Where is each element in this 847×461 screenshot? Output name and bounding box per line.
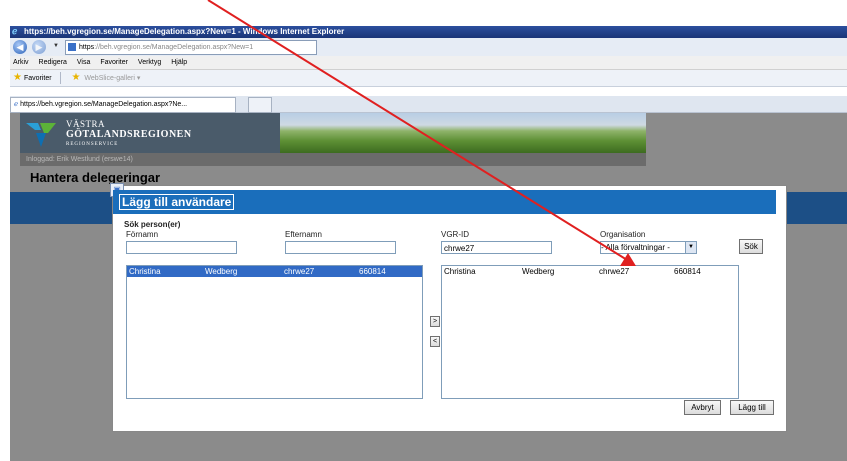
window-title-bar: ℯ https://beh.vgregion.se/ManageDelegatio… <box>10 26 847 38</box>
url-field[interactable]: https://beh.vgregion.se/ManageDelegation… <box>65 40 317 55</box>
forward-button[interactable]: ▶ <box>32 40 46 54</box>
menu-item-arkiv[interactable]: Arkiv <box>13 59 29 66</box>
address-bar: ◀ ▶ ▼ https://beh.vgregion.se/ManageDele… <box>10 38 847 56</box>
move-right-button[interactable]: > <box>430 316 440 327</box>
selected-users-list[interactable]: Christina Wedberg chrwe27 660814 <box>441 265 739 399</box>
organization-logo-text: VÄSTRA GÖTALANDSREGIONEN REGIONSERVICE <box>66 120 192 149</box>
search-heading: Sök person(er) <box>124 220 181 229</box>
result-lastname: Wedberg <box>205 267 238 276</box>
logo-line-3: REGIONSERVICE <box>66 142 119 147</box>
logged-in-text: Inloggad: Erik Westlund (erswe14) <box>26 156 133 163</box>
banner-landscape-image <box>280 113 646 153</box>
url-scheme: https <box>79 44 95 51</box>
selected-number: 660814 <box>674 267 701 276</box>
add-button[interactable]: Lägg till <box>730 400 774 415</box>
logged-in-bar: Inloggad: Erik Westlund (erswe14) <box>20 153 646 166</box>
menu-item-visa[interactable]: Visa <box>77 59 91 66</box>
vgr-logo-icon <box>26 123 56 147</box>
page-icon <box>68 43 76 52</box>
menu-item-verktyg[interactable]: Verktyg <box>138 59 161 66</box>
cancel-button[interactable]: Avbryt <box>684 400 721 415</box>
list-item[interactable]: Christina Wedberg chrwe27 660814 <box>442 266 738 277</box>
back-arrow-icon: ◀ <box>16 42 24 52</box>
menu-item-favoriter[interactable]: Favoriter <box>100 59 128 66</box>
selected-vgrid: chrwe27 <box>599 267 630 276</box>
search-results-list[interactable]: Christina Wedberg chrwe27 660814 <box>126 265 423 399</box>
dialog-title: Lägg till användare <box>119 194 235 210</box>
history-dropdown-icon[interactable]: ▼ <box>53 43 59 49</box>
list-item[interactable]: Christina Wedberg chrwe27 660814 <box>127 266 422 277</box>
browser-tab[interactable]: ℯ https://beh.vgregion.se/ManageDelegatio… <box>10 97 236 113</box>
dropdown-arrow-icon[interactable]: ▼ <box>685 242 696 253</box>
firstname-label: Förnamn <box>126 230 159 239</box>
vgrid-field[interactable]: chrwe27 <box>441 241 552 254</box>
new-tab-button[interactable] <box>248 97 272 113</box>
firstname-field[interactable] <box>126 241 237 254</box>
url-path: ://beh.vgregion.se/ManageDelegation.aspx… <box>94 44 254 51</box>
dialog-header: Lägg till användare <box>113 190 776 214</box>
tab-ie-icon: ℯ <box>14 101 19 108</box>
result-firstname: Christina <box>129 267 161 276</box>
favorites-star-icon[interactable]: ★ <box>13 72 22 83</box>
search-button[interactable]: Sök <box>739 239 763 254</box>
ie-logo-icon: ℯ <box>12 26 18 36</box>
window-title: https://beh.vgregion.se/ManageDelegation… <box>24 27 345 36</box>
favorites-button[interactable]: Favoriter <box>24 75 52 82</box>
move-left-button[interactable]: < <box>430 336 440 347</box>
tab-title: https://beh.vgregion.se/ManageDelegation… <box>20 101 188 108</box>
vgrid-label: VGR-ID <box>441 230 469 239</box>
lastname-label: Efternamn <box>285 230 322 239</box>
lastname-field[interactable] <box>285 241 396 254</box>
header-banner: VÄSTRA GÖTALANDSREGIONEN REGIONSERVICE <box>20 113 646 153</box>
page-title: Hantera delegeringar <box>30 170 161 185</box>
organization-select[interactable]: - Alla förvaltningar - ▼ <box>600 241 697 254</box>
webslice-gallery-link[interactable]: WebSlice-galleri ▾ <box>84 75 140 82</box>
add-favorite-icon[interactable]: ★ <box>72 72 81 83</box>
selected-firstname: Christina <box>444 267 476 276</box>
organization-label: Organisation <box>600 230 646 239</box>
favorites-bar: ★ Favoriter ★ WebSlice-galleri ▾ <box>10 70 847 87</box>
menu-item-hjalp[interactable]: Hjälp <box>171 59 187 66</box>
tab-bar: ℯ https://beh.vgregion.se/ManageDelegatio… <box>10 96 847 113</box>
result-vgrid: chrwe27 <box>284 267 315 276</box>
selected-lastname: Wedberg <box>522 267 555 276</box>
organization-selected-value: - Alla förvaltningar - <box>601 243 670 252</box>
result-number: 660814 <box>359 267 386 276</box>
menu-item-redigera[interactable]: Redigera <box>39 59 67 66</box>
logo-line-2: GÖTALANDSREGIONEN <box>66 129 192 140</box>
menu-bar: Arkiv Redigera Visa Favoriter Verktyg Hj… <box>10 56 847 70</box>
back-button[interactable]: ◀ <box>13 40 27 54</box>
separator <box>59 72 61 85</box>
forward-arrow-icon: ▶ <box>35 42 43 52</box>
logo-line-1: VÄSTRA <box>66 119 106 129</box>
add-user-dialog: ▣ Lägg till användare Sök person(er) För… <box>110 183 787 432</box>
